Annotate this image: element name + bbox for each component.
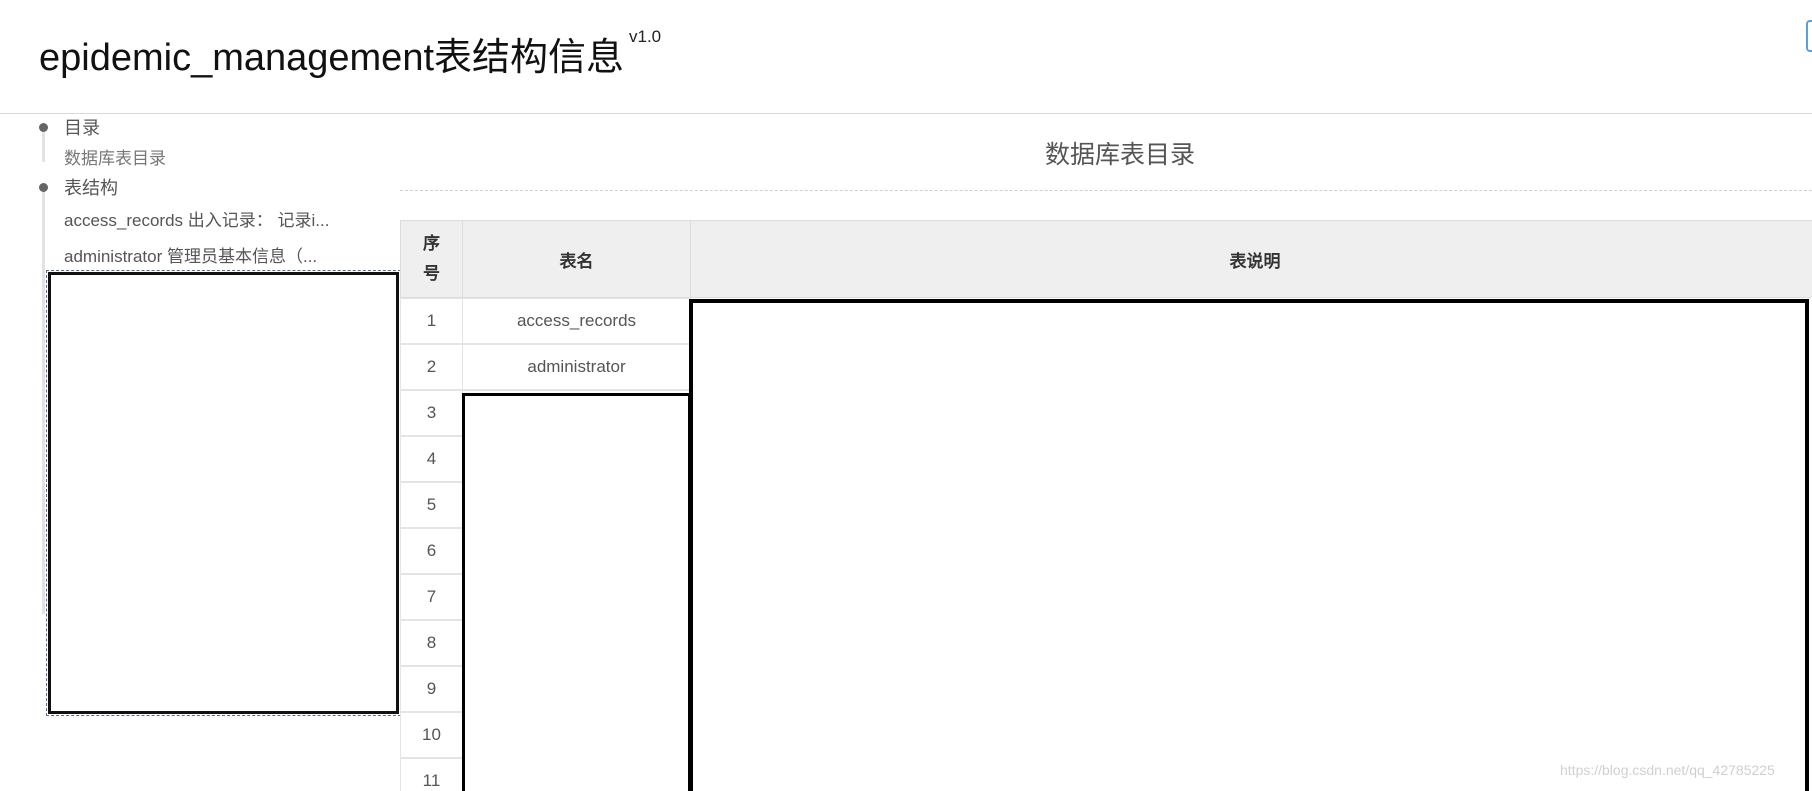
table-cell-index: 5 [400, 482, 463, 528]
table-cell-index: 6 [400, 528, 463, 574]
occluded-region [689, 299, 1809, 791]
occluded-region [462, 393, 691, 791]
table-cell-index: 11 [400, 758, 463, 791]
page-title: epidemic_management表结构信息 [39, 37, 625, 79]
table-cell-index: 7 [400, 574, 463, 620]
toc-sidebar: 目录 数据库表目录 表结构 access_records 出入记录： 记录i..… [0, 114, 401, 791]
toc-line [42, 184, 45, 614]
version-badge: v1.0 [629, 27, 662, 46]
toc-bullet-icon [39, 183, 48, 192]
dashed-divider [400, 190, 1812, 191]
table-cell-index: 10 [400, 712, 463, 758]
toc-bullet-icon [39, 123, 48, 132]
toc-heading-catalog[interactable]: 目录 [64, 114, 100, 140]
corner-button[interactable] [1806, 20, 1812, 52]
column-header-index: 序号 [400, 220, 463, 298]
page: epidemic_management表结构信息 v1.0 目录 数据库表目录 … [0, 0, 1812, 791]
table-cell-name[interactable]: access_records [462, 298, 691, 344]
table-cell-index: 1 [400, 298, 463, 344]
toc-heading-structure[interactable]: 表结构 [64, 174, 118, 200]
table-cell-index: 9 [400, 666, 463, 712]
toc-item-administrator[interactable]: administrator 管理员基本信息（... [64, 242, 317, 267]
table-cell-index: 3 [400, 390, 463, 436]
catalog-title: 数据库表目录 [1044, 141, 1195, 169]
table-cell-index: 8 [400, 620, 463, 666]
selection-box [46, 270, 401, 716]
table-cell-index: 2 [400, 344, 463, 390]
column-header-description: 表说明 [690, 220, 1812, 298]
page-header: epidemic_management表结构信息 v1.0 [0, 0, 1812, 114]
toc-link-table-catalog[interactable]: 数据库表目录 [64, 144, 166, 169]
table-cell-name[interactable]: administrator [462, 344, 691, 390]
toc-item-access-records[interactable]: access_records 出入记录： 记录i... [64, 206, 329, 231]
column-header-name: 表名 [462, 220, 691, 298]
watermark: https://blog.csdn.net/qq_42785225 [1560, 762, 1775, 778]
toc-line [42, 128, 45, 162]
table-cell-index: 4 [400, 436, 463, 482]
